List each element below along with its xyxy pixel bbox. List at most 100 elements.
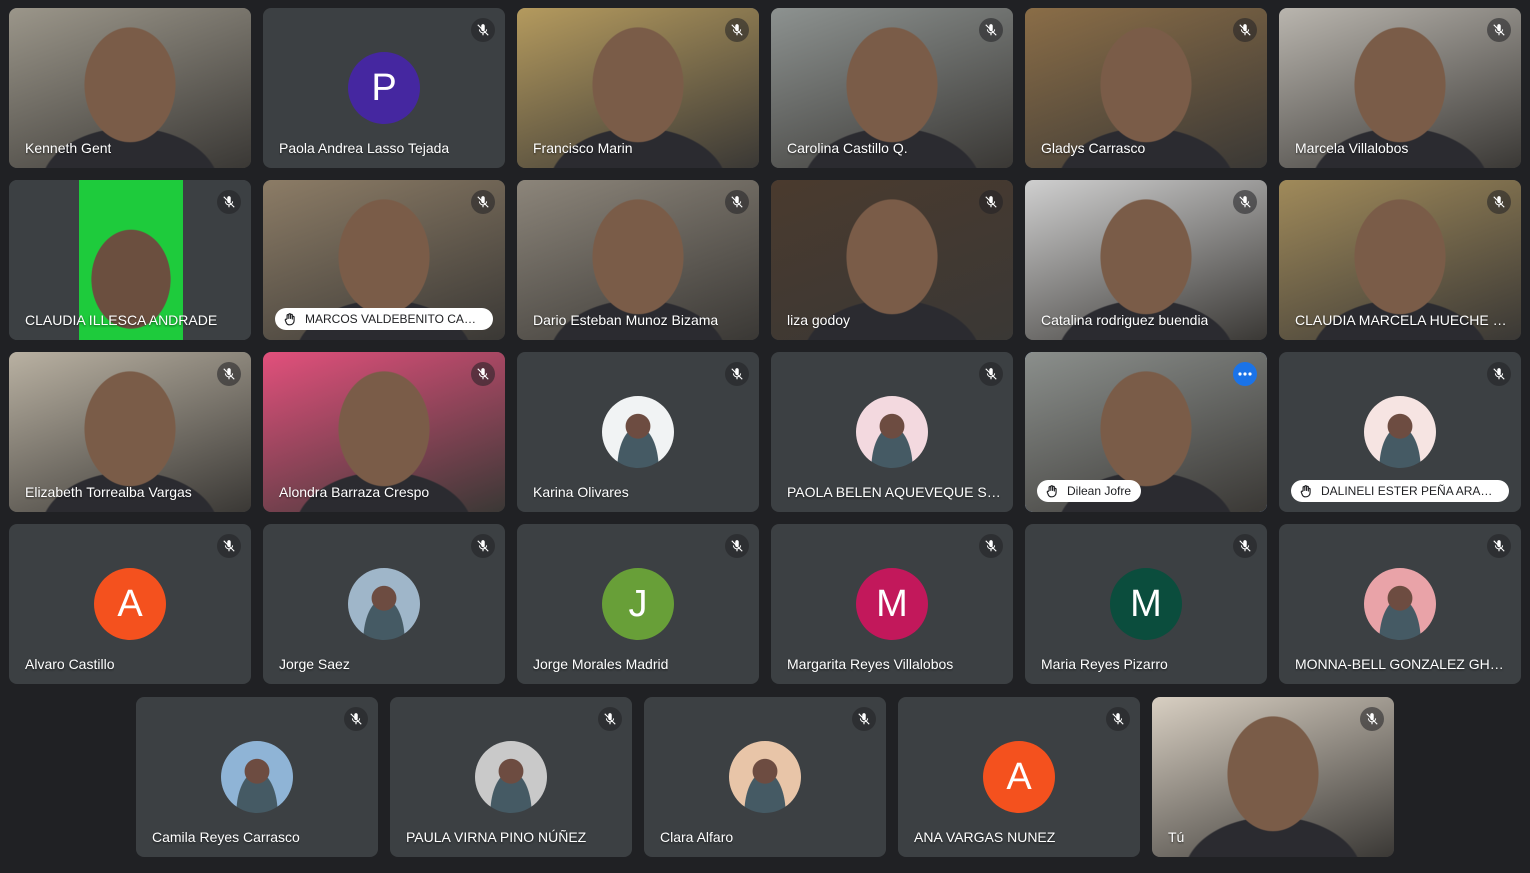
profile-photo-avatar: [602, 396, 674, 468]
participant-name: Alondra Barraza Crespo: [279, 484, 430, 500]
participant-name: Maria Reyes Pizarro: [1041, 656, 1168, 672]
mic-off-icon: [1106, 707, 1130, 731]
participant-name: Clara Alfaro: [660, 829, 734, 845]
mic-off-icon: [217, 190, 241, 214]
participant-tile[interactable]: Clara Alfaro: [644, 697, 886, 857]
mic-off-icon: [1233, 534, 1257, 558]
mic-off-icon: [344, 707, 368, 731]
participant-tile[interactable]: Jorge Saez: [263, 524, 505, 684]
participant-name: Alvaro Castillo: [25, 656, 115, 672]
participant-tile[interactable]: J Jorge Morales Madrid: [517, 524, 759, 684]
participant-name: PAULA VIRNA PINO NÚÑEZ: [406, 829, 587, 845]
initial-avatar: P: [348, 52, 420, 124]
participant-name: Karina Olivares: [533, 484, 629, 500]
mic-off-icon: [725, 190, 749, 214]
mic-off-icon: [471, 18, 495, 42]
mic-off-icon: [1487, 190, 1511, 214]
participant-name: Catalina rodriguez buendia: [1041, 312, 1209, 328]
participant-name: Kenneth Gent: [25, 140, 112, 156]
mic-off-icon: [725, 18, 749, 42]
mic-off-icon: [979, 190, 1003, 214]
participant-name: Camila Reyes Carrasco: [152, 829, 300, 845]
participant-name: Dilean Jofre: [1067, 484, 1132, 498]
participant-name: PAOLA BELEN AQUEVEQUE S…: [787, 484, 1001, 500]
participant-tile[interactable]: MARCOS VALDEBENITO CAS…: [263, 180, 505, 340]
participant-name: CLAUDIA MARCELA HUECHE …: [1295, 312, 1507, 328]
raised-hand-name-badge: Dilean Jofre: [1037, 480, 1142, 502]
participant-tile[interactable]: M Maria Reyes Pizarro: [1025, 524, 1267, 684]
more-options-icon[interactable]: [1233, 362, 1257, 386]
participant-tile[interactable]: Alondra Barraza Crespo: [263, 352, 505, 512]
participant-tile[interactable]: PAULA VIRNA PINO NÚÑEZ: [390, 697, 632, 857]
mic-off-icon: [217, 362, 241, 386]
profile-photo-avatar: [1364, 568, 1436, 640]
participant-tile[interactable]: M Margarita Reyes Villalobos: [771, 524, 1013, 684]
participant-name: liza godoy: [787, 312, 851, 328]
participant-tile[interactable]: Gladys Carrasco: [1025, 8, 1267, 168]
mic-off-icon: [979, 362, 1003, 386]
mic-off-icon: [852, 707, 876, 731]
participant-name: Paola Andrea Lasso Tejada: [279, 140, 450, 156]
participant-tile[interactable]: Dario Esteban Munoz Bizama: [517, 180, 759, 340]
participant-name: Elizabeth Torrealba Vargas: [25, 484, 192, 500]
participant-tile[interactable]: Kenneth Gent: [9, 8, 251, 168]
participant-name: DALINELI ESTER PEÑA ARAN…: [1321, 484, 1499, 498]
raised-hand-icon: [1045, 484, 1059, 498]
participant-tile[interactable]: P Paola Andrea Lasso Tejada: [263, 8, 505, 168]
participant-tile[interactable]: Carolina Castillo Q.: [771, 8, 1013, 168]
mic-off-icon: [1487, 18, 1511, 42]
mic-off-icon: [217, 534, 241, 558]
participant-tile[interactable]: CLAUDIA ILLESCA ANDRADE: [9, 180, 251, 340]
participant-tile[interactable]: Elizabeth Torrealba Vargas: [9, 352, 251, 512]
mic-off-icon: [725, 362, 749, 386]
mic-off-icon: [471, 190, 495, 214]
mic-off-icon: [1487, 534, 1511, 558]
participant-tile[interactable]: Tú: [1152, 697, 1394, 857]
raised-hand-icon: [1299, 484, 1313, 498]
initial-avatar: J: [602, 568, 674, 640]
raised-hand-name-badge: MARCOS VALDEBENITO CAS…: [275, 308, 493, 330]
participant-tile[interactable]: CLAUDIA MARCELA HUECHE …: [1279, 180, 1521, 340]
participant-tile[interactable]: A ANA VARGAS NUNEZ: [898, 697, 1140, 857]
profile-photo-avatar: [729, 741, 801, 813]
initial-avatar: A: [94, 568, 166, 640]
participant-tile[interactable]: Camila Reyes Carrasco: [136, 697, 378, 857]
raised-hand-icon: [283, 312, 297, 326]
participant-tile[interactable]: Karina Olivares: [517, 352, 759, 512]
participant-tile[interactable]: Dilean Jofre: [1025, 352, 1267, 512]
profile-photo-avatar: [1364, 396, 1436, 468]
participant-name: Francisco Marin: [533, 140, 633, 156]
participant-name: ANA VARGAS NUNEZ: [914, 829, 1056, 845]
participant-tile[interactable]: Catalina rodriguez buendia: [1025, 180, 1267, 340]
participant-tile[interactable]: liza godoy: [771, 180, 1013, 340]
profile-photo-avatar: [475, 741, 547, 813]
participant-name: Dario Esteban Munoz Bizama: [533, 312, 719, 328]
initial-avatar: A: [983, 741, 1055, 813]
participant-tile[interactable]: Marcela Villalobos: [1279, 8, 1521, 168]
participant-tile[interactable]: DALINELI ESTER PEÑA ARAN…: [1279, 352, 1521, 512]
mic-off-icon: [1360, 707, 1384, 731]
mic-off-icon: [598, 707, 622, 731]
profile-photo-avatar: [856, 396, 928, 468]
participant-tile[interactable]: MONNA-BELL GONZALEZ GH…: [1279, 524, 1521, 684]
mic-off-icon: [725, 534, 749, 558]
participant-tile[interactable]: PAOLA BELEN AQUEVEQUE S…: [771, 352, 1013, 512]
participant-tile[interactable]: A Alvaro Castillo: [9, 524, 251, 684]
participant-name: Margarita Reyes Villalobos: [787, 656, 954, 672]
initial-avatar: M: [856, 568, 928, 640]
initial-avatar: M: [1110, 568, 1182, 640]
mic-off-icon: [471, 534, 495, 558]
participant-name: Carolina Castillo Q.: [787, 140, 908, 156]
participant-tile[interactable]: Francisco Marin: [517, 8, 759, 168]
participant-video: [1152, 697, 1394, 857]
participant-name: Jorge Saez: [279, 656, 350, 672]
profile-photo-avatar: [348, 568, 420, 640]
participant-name: Marcela Villalobos: [1295, 140, 1409, 156]
participant-name: MONNA-BELL GONZALEZ GH…: [1295, 656, 1504, 672]
mic-off-icon: [1233, 190, 1257, 214]
mic-off-icon: [979, 18, 1003, 42]
mic-off-icon: [471, 362, 495, 386]
participant-name: Gladys Carrasco: [1041, 140, 1146, 156]
mic-off-icon: [1487, 362, 1511, 386]
participant-name: CLAUDIA ILLESCA ANDRADE: [25, 312, 218, 328]
